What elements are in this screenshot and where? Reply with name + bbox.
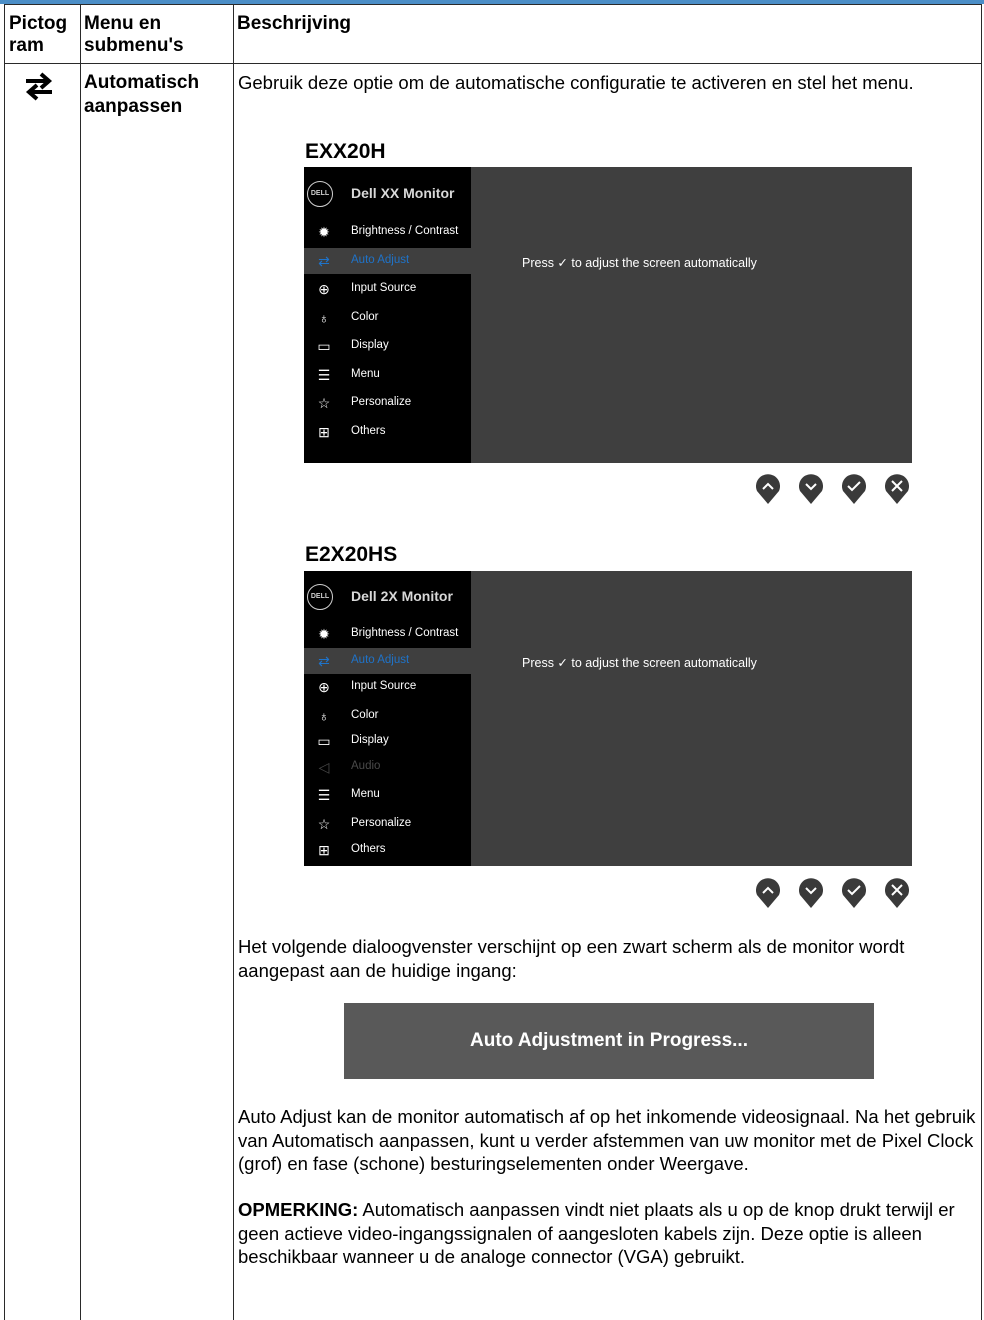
- checkmark-icon[interactable]: [839, 474, 869, 504]
- osd-item-input-source[interactable]: ⊕ Input Source: [304, 674, 471, 700]
- osd-message: Press ✓ to adjust the screen automatical…: [522, 656, 757, 670]
- color-icon: ♁: [318, 310, 330, 326]
- menu-icon: ☰: [317, 787, 331, 803]
- brightness-icon: ✹: [318, 626, 330, 642]
- others-icon: ⊞: [318, 424, 330, 440]
- arrow-down-icon[interactable]: [796, 474, 826, 504]
- menu-item-label: Automatisch aanpassen: [84, 72, 200, 117]
- speaker-icon: ◁: [318, 759, 330, 775]
- osd-screen-1: DELL Dell XX Monitor ✹ Brightness / Contr…: [304, 167, 912, 463]
- auto-adjust-arrows-icon: [25, 72, 53, 101]
- osd-item-personalize[interactable]: ☆ Personalize: [304, 811, 471, 837]
- osd-item-input-source[interactable]: ⊕ Input Source: [304, 276, 471, 302]
- dell-logo: DELL: [307, 181, 333, 207]
- model-name-1: EXX20H: [305, 140, 386, 163]
- others-icon: ⊞: [318, 842, 330, 858]
- arrow-up-icon[interactable]: [753, 878, 783, 908]
- auto-adjust-icon: ⇄: [318, 253, 330, 269]
- note-paragraph: OPMERKING: Automatisch aanpassen vindt n…: [238, 1198, 976, 1269]
- input-source-icon: ⊕: [318, 679, 330, 695]
- osd-item-personalize[interactable]: ☆ Personalize: [304, 390, 471, 416]
- input-source-icon: ⊕: [318, 281, 330, 297]
- osd-item-auto-adjust[interactable]: ⇄ Auto Adjust: [304, 648, 471, 674]
- osd-item-color[interactable]: ♁ Color: [304, 703, 471, 729]
- osd-title-row: DELL Dell XX Monitor: [304, 179, 471, 211]
- close-icon[interactable]: [882, 474, 912, 504]
- star-icon: ☆: [317, 816, 331, 832]
- osd-item-others[interactable]: ⊞ Others: [304, 419, 471, 445]
- table-column-divider-1: [80, 4, 81, 1320]
- dialog-intro-paragraph: Het volgende dialoogvenster verschijnt o…: [238, 936, 905, 981]
- osd-title: Dell 2X Monitor: [351, 588, 453, 604]
- progress-dialog: Auto Adjustment in Progress...: [344, 1003, 874, 1079]
- osd-screen-2: DELL Dell 2X Monitor ✹ Brightness / Contr…: [304, 571, 912, 866]
- document-page: Pictog ram Menu en submenu's Beschrijvin…: [0, 0, 984, 1320]
- osd-item-menu[interactable]: ☰ Menu: [304, 782, 471, 808]
- color-icon: ♁: [318, 708, 330, 724]
- brightness-icon: ✹: [318, 224, 330, 240]
- table-column-divider-2: [233, 4, 234, 1320]
- osd-item-audio: ◁ Audio: [304, 754, 471, 780]
- star-icon: ☆: [317, 395, 331, 411]
- table-border-left: [4, 4, 5, 1320]
- header-pictogram: Pictog ram: [9, 13, 68, 56]
- arrow-up-icon[interactable]: [753, 474, 783, 504]
- display-icon: ▭: [317, 338, 331, 354]
- table-header-divider: [4, 63, 982, 64]
- model-name-2: E2X20HS: [305, 543, 398, 566]
- osd-item-others[interactable]: ⊞ Others: [304, 837, 471, 863]
- explanation-paragraph: Auto Adjust kan de monitor automatisch a…: [238, 1106, 976, 1174]
- close-icon[interactable]: [882, 878, 912, 908]
- progress-dialog-text: Auto Adjustment in Progress...: [470, 1030, 748, 1051]
- osd-item-display[interactable]: ▭ Display: [304, 728, 471, 754]
- header-description: Beschrijving: [237, 13, 352, 34]
- arrow-down-icon[interactable]: [796, 878, 826, 908]
- osd-item-display[interactable]: ▭ Display: [304, 333, 471, 359]
- osd-item-menu[interactable]: ☰ Menu: [304, 362, 471, 388]
- osd-title: Dell XX Monitor: [351, 185, 455, 201]
- osd-item-brightness[interactable]: ✹ Brightness / Contrast: [304, 219, 471, 245]
- osd-message: Press ✓ to adjust the screen automatical…: [522, 256, 757, 270]
- osd-item-brightness[interactable]: ✹ Brightness / Contrast: [304, 621, 471, 647]
- menu-icon: ☰: [317, 367, 331, 383]
- dell-logo: DELL: [307, 584, 333, 610]
- intro-paragraph: Gebruik deze optie om de automatische co…: [238, 72, 914, 93]
- table-border-top: [4, 4, 982, 5]
- osd-item-auto-adjust[interactable]: ⇄ Auto Adjust: [304, 248, 471, 274]
- auto-adjust-icon: ⇄: [318, 653, 330, 669]
- checkmark-icon[interactable]: [839, 878, 869, 908]
- table-border-right: [981, 4, 982, 1320]
- header-menu: Menu en submenu's: [84, 13, 184, 56]
- display-icon: ▭: [317, 733, 331, 749]
- note-label: OPMERKING:: [238, 1199, 359, 1220]
- osd-title-row: DELL Dell 2X Monitor: [304, 583, 471, 615]
- osd-item-color[interactable]: ♁ Color: [304, 305, 471, 331]
